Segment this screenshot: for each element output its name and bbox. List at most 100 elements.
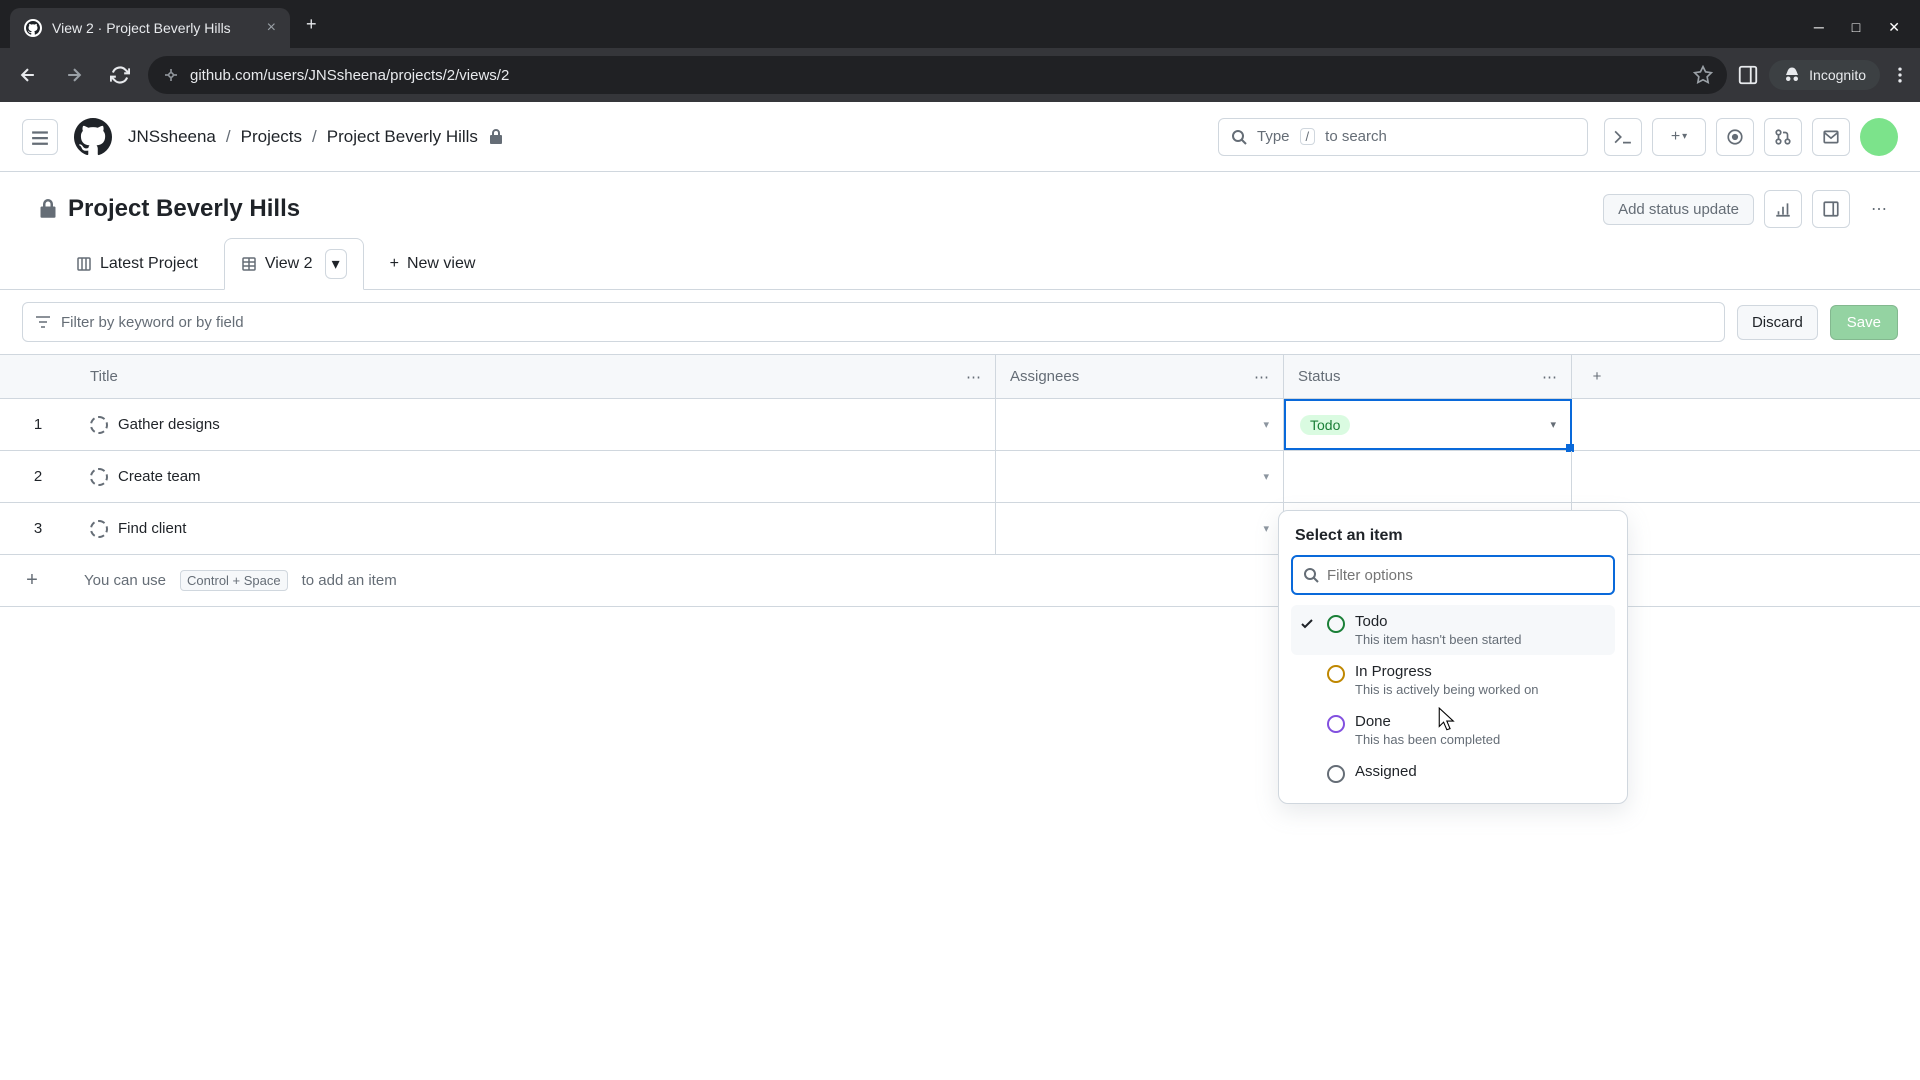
project-menu-button[interactable]: ⋯	[1860, 190, 1898, 228]
save-button[interactable]: Save	[1830, 305, 1898, 340]
dropdown-filter-input[interactable]	[1291, 555, 1615, 595]
row-number: 2	[0, 451, 76, 502]
row-number: 1	[0, 399, 76, 450]
filter-icon	[35, 314, 51, 330]
column-menu-icon[interactable]: ⋯	[1254, 368, 1269, 386]
item-title: Create team	[118, 468, 201, 485]
add-column-button[interactable]: +	[1572, 355, 1622, 398]
dropdown-option-done[interactable]: Done This has been completed	[1291, 705, 1615, 755]
github-favicon	[24, 19, 42, 37]
issues-button[interactable]	[1716, 118, 1754, 156]
hamburger-menu[interactable]	[22, 119, 58, 155]
insights-button[interactable]	[1764, 190, 1802, 228]
sidepanel-icon[interactable]	[1737, 64, 1759, 86]
status-cell[interactable]: Todo ▾	[1284, 399, 1572, 450]
search-input[interactable]: Type / to search	[1218, 118, 1588, 156]
site-info-icon[interactable]	[162, 66, 180, 84]
pull-requests-button[interactable]	[1764, 118, 1802, 156]
column-menu-icon[interactable]: ⋯	[1542, 368, 1557, 386]
notifications-button[interactable]	[1812, 118, 1850, 156]
browser-tab-strip: View 2 · Project Beverly Hills × + ─ □ ✕	[0, 0, 1920, 48]
view-tab-view-2[interactable]: View 2 ▾	[224, 238, 364, 290]
title-cell[interactable]: Gather designs	[76, 399, 996, 450]
board-icon	[76, 256, 92, 272]
project-header: Project Beverly Hills Add status update …	[0, 172, 1920, 238]
back-button[interactable]	[10, 57, 46, 93]
filter-bar: Filter by keyword or by field Discard Sa…	[0, 290, 1920, 354]
option-desc: This has been completed	[1355, 732, 1609, 747]
discard-button[interactable]: Discard	[1737, 305, 1818, 340]
assignees-cell[interactable]: ▾	[996, 399, 1284, 450]
status-circle-icon	[1327, 615, 1345, 633]
table-row: 1 Gather designs ▾ Todo ▾	[0, 399, 1920, 451]
option-desc: This item hasn't been started	[1355, 632, 1609, 647]
tab-title: View 2 · Project Beverly Hills	[52, 20, 231, 36]
add-item-shortcut: Control + Space	[180, 570, 288, 591]
title-column-header[interactable]: Title ⋯	[76, 355, 996, 398]
add-item-row[interactable]: + You can use Control + Space to add an …	[0, 555, 1920, 607]
filter-options-field[interactable]	[1327, 567, 1603, 584]
assignees-column-header[interactable]: Assignees ⋯	[996, 355, 1284, 398]
github-logo[interactable]	[74, 118, 112, 156]
close-window-icon[interactable]: ✕	[1888, 19, 1900, 36]
minimize-icon[interactable]: ─	[1814, 19, 1824, 36]
github-header: JNSsheena / Projects / Project Beverly H…	[0, 102, 1920, 172]
breadcrumb-user[interactable]: JNSsheena	[128, 127, 216, 147]
search-icon	[1231, 129, 1247, 145]
dropdown-option-todo[interactable]: Todo This item hasn't been started	[1291, 605, 1615, 655]
incognito-label: Incognito	[1809, 67, 1866, 83]
new-tab-button[interactable]: +	[290, 14, 333, 35]
status-circle-icon	[1327, 765, 1345, 783]
maximize-icon[interactable]: □	[1852, 19, 1860, 36]
user-avatar[interactable]	[1860, 118, 1898, 156]
option-label: Done	[1355, 713, 1609, 730]
add-status-update-button[interactable]: Add status update	[1603, 194, 1754, 225]
new-view-button[interactable]: + New view	[374, 245, 492, 283]
column-label: Title	[90, 368, 118, 385]
address-bar: github.com/users/JNSsheena/projects/2/vi…	[0, 48, 1920, 102]
dropdown-option-assigned[interactable]: Assigned	[1291, 755, 1615, 791]
table-row: 3 Find client ▾	[0, 503, 1920, 555]
reload-button[interactable]	[102, 57, 138, 93]
add-item-prefix: You can use	[84, 572, 166, 589]
breadcrumb-project[interactable]: Project Beverly Hills	[327, 127, 478, 147]
assignees-cell[interactable]: ▾	[996, 503, 1284, 554]
title-cell[interactable]: Find client	[76, 503, 996, 554]
row-number-header	[0, 355, 76, 398]
filter-input[interactable]: Filter by keyword or by field	[22, 302, 1725, 342]
forward-button[interactable]	[56, 57, 92, 93]
assignees-cell[interactable]: ▾	[996, 451, 1284, 502]
row-number: 3	[0, 503, 76, 554]
command-palette-button[interactable]	[1604, 118, 1642, 156]
status-cell[interactable]	[1284, 451, 1572, 502]
browser-menu-icon[interactable]	[1890, 65, 1910, 85]
chevron-down-icon: ▾	[1263, 522, 1269, 535]
create-new-button[interactable]: +▾	[1652, 118, 1706, 156]
incognito-badge[interactable]: Incognito	[1769, 60, 1880, 90]
browser-tab[interactable]: View 2 · Project Beverly Hills ×	[10, 8, 290, 48]
view-tab-label: View 2	[265, 255, 313, 273]
status-pill: Todo	[1300, 415, 1350, 435]
window-controls: ─ □ ✕	[1814, 19, 1920, 48]
url-input[interactable]: github.com/users/JNSsheena/projects/2/vi…	[148, 56, 1727, 94]
view-tab-latest-project[interactable]: Latest Project	[60, 245, 214, 283]
project-table: Title ⋯ Assignees ⋯ Status ⋯ + 1 Gather …	[0, 354, 1920, 607]
new-view-label: New view	[407, 255, 475, 273]
project-details-button[interactable]	[1812, 190, 1850, 228]
column-menu-icon[interactable]: ⋯	[966, 368, 981, 386]
status-column-header[interactable]: Status ⋯	[1284, 355, 1572, 398]
status-circle-icon	[1327, 715, 1345, 733]
dropdown-option-in-progress[interactable]: In Progress This is actively being worke…	[1291, 655, 1615, 705]
option-label: In Progress	[1355, 663, 1609, 680]
bookmark-icon[interactable]	[1693, 65, 1713, 85]
add-item-suffix: to add an item	[302, 572, 397, 589]
draft-issue-icon	[90, 416, 108, 434]
title-cell[interactable]: Create team	[76, 451, 996, 502]
status-select-dropdown: Select an item Todo This item hasn't bee…	[1278, 510, 1628, 804]
close-tab-icon[interactable]: ×	[267, 19, 276, 37]
search-placeholder: Type	[1257, 128, 1290, 145]
search-key: /	[1300, 128, 1316, 145]
view-options-button[interactable]: ▾	[325, 249, 347, 279]
breadcrumb-projects[interactable]: Projects	[241, 127, 302, 147]
chevron-down-icon: ▾	[1550, 418, 1556, 431]
